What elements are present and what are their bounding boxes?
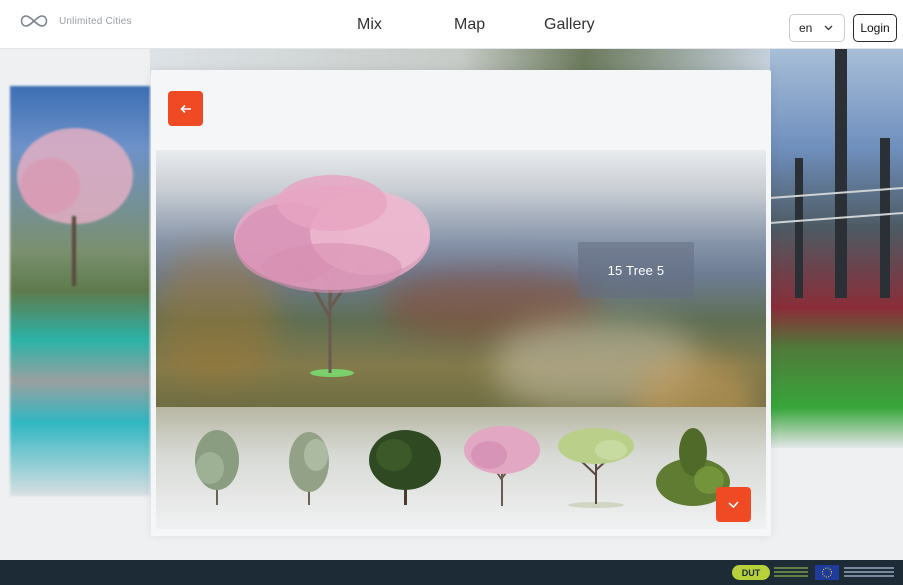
tree-label: 15 Tree 5 xyxy=(578,242,694,298)
confirm-button[interactable] xyxy=(716,487,751,522)
tree-option-4[interactable] xyxy=(461,420,543,508)
background-right-image xyxy=(770,48,903,448)
app-logo[interactable]: Unlimited Cities xyxy=(17,14,132,28)
tree-option-2[interactable] xyxy=(268,420,350,508)
tree-option-5[interactable] xyxy=(556,420,638,508)
tree-option-1[interactable] xyxy=(176,420,258,508)
check-icon xyxy=(728,501,739,509)
nav-mix[interactable]: Mix xyxy=(357,16,382,34)
language-select[interactable]: en xyxy=(789,14,845,42)
eu-funding-caption xyxy=(844,567,894,578)
tree-option-3[interactable] xyxy=(364,420,446,508)
language-value: en xyxy=(799,21,813,35)
arrow-left-icon xyxy=(179,104,191,113)
dut-logo: DUT xyxy=(732,565,770,580)
footer: DUT xyxy=(0,560,903,585)
app-name: Unlimited Cities xyxy=(59,15,132,27)
eu-flag-icon xyxy=(815,565,839,580)
selected-tree-image[interactable] xyxy=(220,168,445,378)
dut-logo-caption xyxy=(774,567,808,578)
background-pink-tree xyxy=(17,128,133,286)
nav-gallery[interactable]: Gallery xyxy=(544,16,595,34)
infinity-logo-icon xyxy=(20,15,48,27)
tree-selector-strip xyxy=(156,407,766,529)
login-button[interactable]: Login xyxy=(853,14,897,42)
background-fence xyxy=(770,48,903,298)
background-left-image xyxy=(10,86,150,496)
chevron-down-icon xyxy=(824,25,833,31)
top-navigation-bar: Unlimited Cities Mix Map Gallery en Logi… xyxy=(0,0,903,49)
nav-map[interactable]: Map xyxy=(454,16,485,34)
back-button[interactable] xyxy=(168,91,203,126)
